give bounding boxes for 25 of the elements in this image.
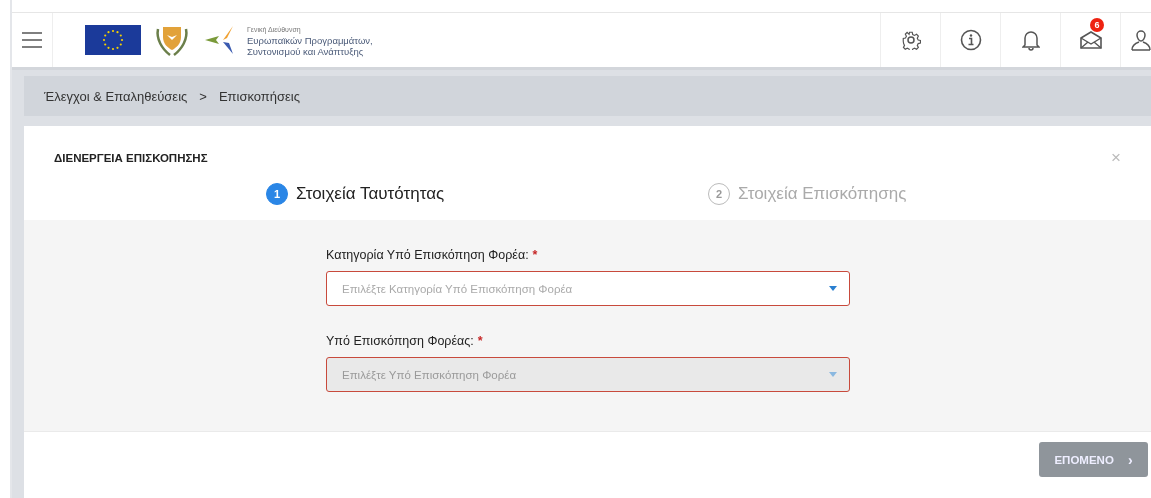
settings-icon[interactable]: [900, 30, 921, 50]
dropdown-field[interactable]: Επιλέξτε Κατηγορία Υπό Επισκόπηση Φορέα: [326, 271, 850, 306]
logo-text: Ευρωπαϊκών Προγραμμάτων,: [247, 34, 373, 46]
logo-text: Συντονισμού και Ανάπτυξης: [247, 45, 364, 57]
notification-badge: 6: [1090, 18, 1104, 32]
caret-icon: [829, 372, 837, 377]
envelope-icon[interactable]: [1079, 31, 1102, 49]
menu-icon[interactable]: [22, 32, 42, 48]
required-mark: *: [532, 248, 538, 262]
info-icon[interactable]: [959, 29, 982, 51]
close-button[interactable]: ×: [1111, 148, 1121, 168]
dialog-title: ΔΙΕΝΕΡΓΕΙΑ ΕΠΙΣΚΟΠΗΣΗΣ: [54, 152, 208, 164]
breadcrumb-link[interactable]: Επισκοπήσεις: [218, 88, 300, 104]
breadcrumb-link[interactable]: Έλεγχοι & Επαληθεύσεις: [44, 88, 188, 104]
field-label: Υπό Επισκόπηση Φορέας:: [326, 334, 474, 348]
required-mark: *: [477, 334, 483, 348]
step-number: 1: [266, 183, 288, 205]
field-label: Κατηγορία Υπό Επισκόπηση Φορέα:: [326, 248, 529, 262]
user-icon[interactable]: [1131, 29, 1151, 51]
breadcrumb-separator: >: [198, 88, 208, 104]
wizard-step[interactable]: 2 Στοιχεία Επισκόπησης: [708, 180, 1150, 208]
flag-icon: [85, 25, 141, 55]
bell-icon[interactable]: [1021, 29, 1040, 51]
caret-icon: [829, 286, 837, 291]
wizard-step[interactable]: 1 Στοιχεία Ταυτότητας: [266, 180, 708, 208]
